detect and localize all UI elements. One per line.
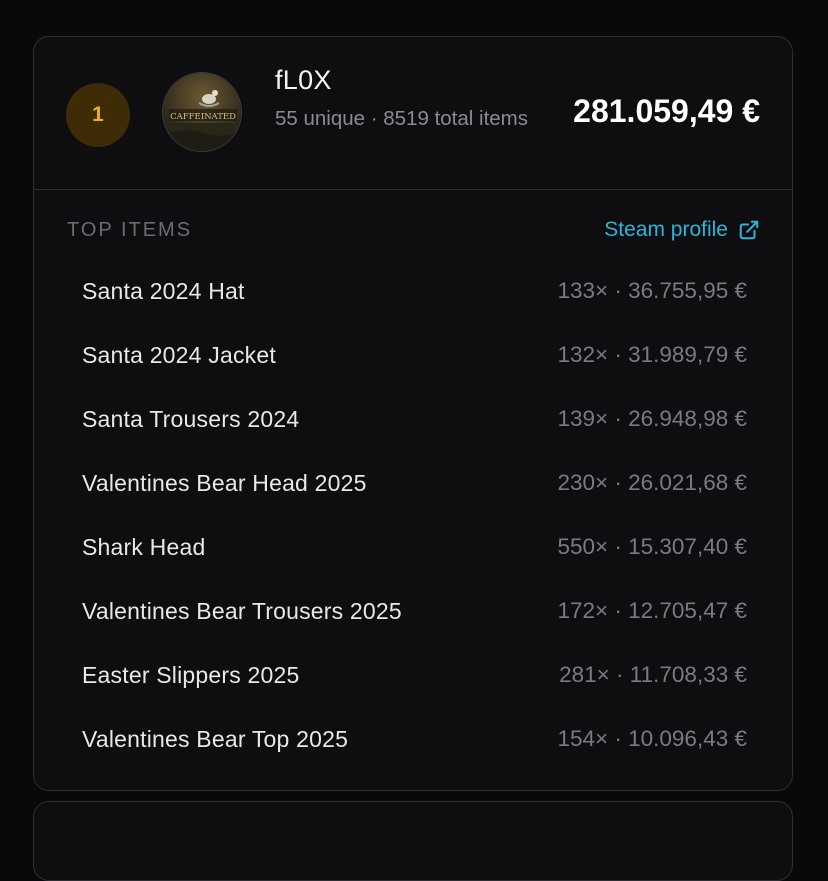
avatar-image: CAFFEINATED: [163, 73, 241, 151]
next-leaderboard-card[interactable]: [33, 801, 793, 881]
item-value: 132× · 31.989,79 €: [557, 342, 747, 367]
avatar[interactable]: CAFFEINATED: [162, 72, 242, 152]
steam-profile-link[interactable]: Steam profile: [604, 218, 760, 242]
item-value: 172× · 12.705,47 €: [557, 598, 747, 623]
item-name: Valentines Bear Head 2025: [82, 469, 367, 496]
list-item: Santa Trousers 2024 139× · 26.948,98 €: [82, 387, 747, 451]
item-stats: 55 unique · 8519 total items: [275, 107, 528, 130]
item-value: 550× · 15.307,40 €: [557, 534, 747, 559]
list-item: Easter Slippers 2025 281× · 11.708,33 €: [82, 643, 747, 707]
item-name: Valentines Bear Trousers 2025: [82, 597, 402, 624]
item-name: Easter Slippers 2025: [82, 661, 300, 688]
list-item: Valentines Bear Top 2025 154× · 10.096,4…: [82, 707, 747, 771]
leaderboard-card: 1 CAFFEINATED fL0X 55 unique · 8519 tota…: [33, 36, 793, 791]
item-value: 154× · 10.096,43 €: [557, 726, 747, 751]
list-item: Santa 2024 Hat 133× · 36.755,95 €: [82, 259, 747, 323]
card-header: 1 CAFFEINATED fL0X 55 unique · 8519 tota…: [34, 37, 792, 190]
list-item: Valentines Bear Head 2025 230× · 26.021,…: [82, 451, 747, 515]
list-item: Shark Head 550× · 15.307,40 €: [82, 515, 747, 579]
item-value: 133× · 36.755,95 €: [557, 278, 747, 303]
avatar-logo-text: CAFFEINATED: [170, 112, 236, 122]
top-items-title: TOP ITEMS: [67, 219, 193, 241]
username[interactable]: fL0X: [275, 65, 332, 96]
total-value: 281.059,49 €: [573, 93, 760, 129]
list-item: Valentines Bear Trousers 2025 172× · 12.…: [82, 579, 747, 643]
item-name: Shark Head: [82, 533, 206, 560]
top-items-list: Santa 2024 Hat 133× · 36.755,95 € Santa …: [82, 259, 747, 771]
item-name: Santa 2024 Hat: [82, 277, 245, 304]
rank-badge: 1: [66, 83, 130, 147]
steam-profile-label: Steam profile: [604, 218, 728, 241]
item-name: Santa Trousers 2024: [82, 405, 300, 432]
item-value: 281× · 11.708,33 €: [559, 662, 747, 687]
external-link-icon: [739, 220, 759, 240]
item-value: 230× · 26.021,68 €: [557, 470, 747, 495]
item-name: Valentines Bear Top 2025: [82, 725, 349, 752]
item-name: Santa 2024 Jacket: [82, 341, 276, 368]
item-value: 139× · 26.948,98 €: [557, 406, 747, 431]
list-item: Santa 2024 Jacket 132× · 31.989,79 €: [82, 323, 747, 387]
